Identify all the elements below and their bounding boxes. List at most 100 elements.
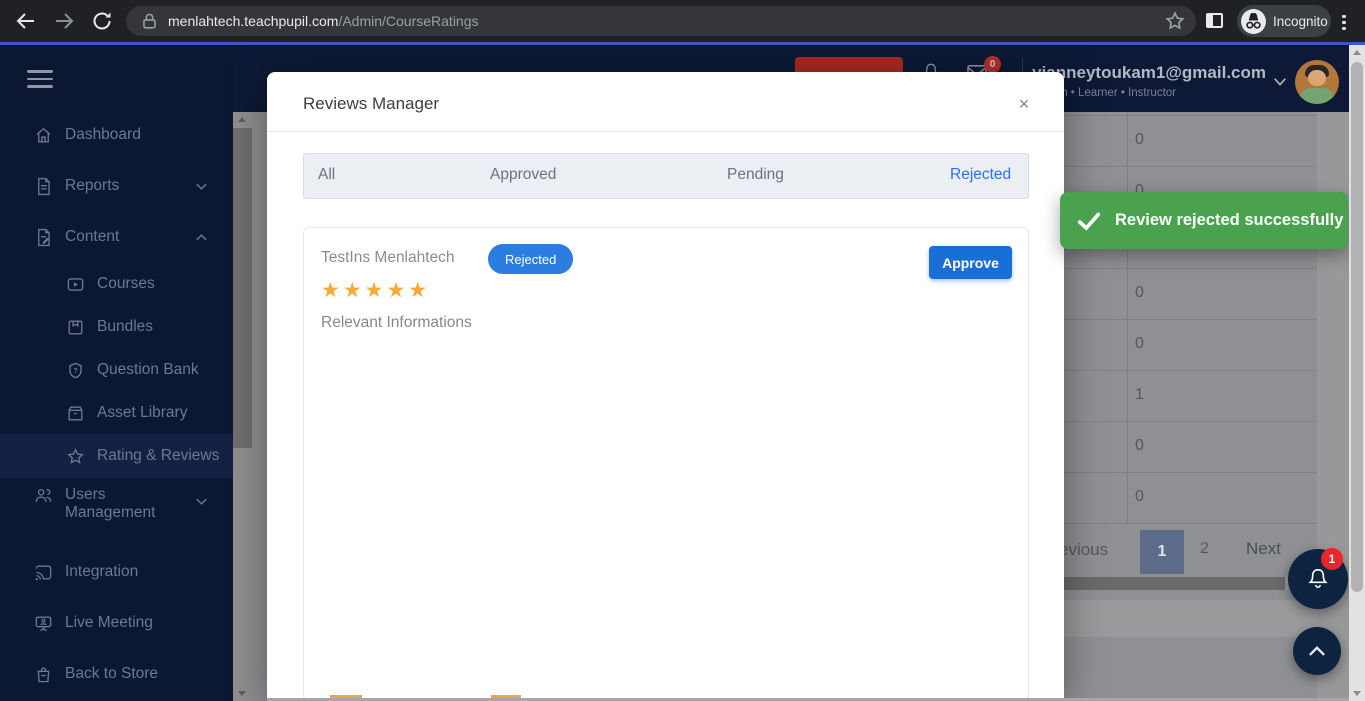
sidebar-item-live-meeting[interactable]: Live Meeting <box>0 601 233 645</box>
tab-approved[interactable]: Approved <box>490 166 556 184</box>
back-icon[interactable] <box>14 9 38 33</box>
home-icon <box>36 127 51 143</box>
accent-line <box>0 42 1365 45</box>
review-card: TestIns Menlahtech Rejected Approve ★★★★… <box>303 227 1029 701</box>
incognito-icon <box>1241 8 1266 34</box>
close-icon[interactable]: × <box>1012 92 1036 116</box>
svg-text:?: ? <box>73 366 77 374</box>
table-cell: 0 <box>1135 335 1144 352</box>
bundle-icon <box>68 319 83 335</box>
sidebar-item-dashboard[interactable]: Dashboard <box>0 113 233 157</box>
table-horizontal-scrollbar-thumb[interactable] <box>1050 577 1285 590</box>
table-footer-band <box>1050 600 1317 637</box>
avatar-shirt <box>1300 88 1334 104</box>
shield-question-icon: ? <box>69 362 82 378</box>
bookmark-star-icon[interactable] <box>1164 10 1186 32</box>
status-badge: Rejected <box>488 244 574 274</box>
star-icon <box>67 447 84 464</box>
review-status-tabbar <box>303 153 1029 199</box>
avatar-face <box>1308 70 1326 86</box>
table-cell: 0 <box>1135 284 1144 301</box>
content-vertical-scrollbar[interactable] <box>233 112 252 701</box>
pagination-page-1[interactable]: 1 <box>1140 530 1184 574</box>
toast-message: Review rejected successfully <box>1115 211 1344 229</box>
archive-box-icon <box>68 405 83 421</box>
chevron-down-icon <box>196 183 207 190</box>
table-row-line <box>1050 166 1317 167</box>
approve-button[interactable]: Approve <box>929 246 1012 279</box>
browser-scrollbar-thumb[interactable] <box>1351 62 1363 592</box>
sidebar-item-back-to-store[interactable]: Back to Store <box>0 652 233 696</box>
reviews-manager-modal: Reviews Manager × All Approved Pending R… <box>267 72 1064 701</box>
reload-icon[interactable] <box>90 9 114 33</box>
table-row-line <box>1050 268 1317 269</box>
presentation-icon <box>35 615 52 631</box>
content-vertical-scrollbar-thumb[interactable] <box>233 128 252 448</box>
sidebar-item-asset-library[interactable]: Asset Library <box>0 391 233 435</box>
chevron-down-icon <box>196 498 207 505</box>
sidebar-item-content[interactable]: Content <box>0 215 233 259</box>
sidebar-item-reports[interactable]: Reports <box>0 164 233 208</box>
table-column-divider <box>1127 112 1128 523</box>
bell-icon <box>1308 568 1328 588</box>
rating-stars: ★★★★★ <box>321 279 431 302</box>
browser-scrollbar[interactable] <box>1349 45 1365 701</box>
review-author: TestIns Menlahtech <box>321 249 455 266</box>
scroll-up-arrow-icon[interactable] <box>238 117 246 122</box>
scrollbar-up-arrow-icon[interactable] <box>1353 50 1361 55</box>
url-path: /Admin/CourseRatings <box>338 13 479 29</box>
tab-rejected[interactable]: Rejected <box>950 166 1011 184</box>
table-row-line <box>1050 115 1317 116</box>
notifications-badge: 1 <box>1321 548 1343 570</box>
table-row-line <box>1050 370 1317 371</box>
check-icon <box>1077 212 1101 231</box>
pagination-next[interactable]: Next <box>1246 539 1281 559</box>
side-panel-icon[interactable] <box>1206 13 1223 28</box>
table-row-line <box>1050 319 1317 320</box>
success-toast: Review rejected successfully <box>1060 192 1348 249</box>
browser-menu-icon[interactable] <box>1342 12 1346 33</box>
lock-icon <box>143 13 156 29</box>
pagination-page-2[interactable]: 2 <box>1200 540 1209 558</box>
table-row-line <box>1050 421 1317 422</box>
browser-toolbar: menlahtech.teachpupil.com/Admin/CourseRa… <box>0 0 1365 42</box>
sidebar-item-question-bank[interactable]: ? Question Bank <box>0 348 233 392</box>
tab-all[interactable]: All <box>318 166 335 184</box>
avatar[interactable] <box>1295 60 1339 104</box>
chevron-down-icon[interactable] <box>1272 76 1288 88</box>
table-row-line <box>1050 472 1317 473</box>
sidebar: Dashboard Reports Content Courses Bundle… <box>0 45 233 701</box>
scroll-to-top-fab[interactable] <box>1293 627 1341 675</box>
tab-pending[interactable]: Pending <box>727 166 784 184</box>
scrollbar-down-arrow-icon[interactable] <box>1353 691 1361 696</box>
sidebar-item-bundles[interactable]: Bundles <box>0 305 233 349</box>
address-bar[interactable]: menlahtech.teachpupil.com/Admin/CourseRa… <box>126 6 1196 36</box>
users-icon <box>35 489 52 502</box>
table-cell: 1 <box>1135 386 1144 403</box>
incognito-badge: Incognito <box>1237 5 1331 37</box>
chevron-up-icon <box>1309 646 1325 656</box>
video-icon <box>67 277 84 291</box>
report-icon <box>38 177 50 195</box>
table-cell: 0 <box>1135 131 1144 148</box>
messages-badge: 0 <box>984 56 1001 73</box>
sidebar-item-rating-reviews[interactable]: Rating & Reviews <box>0 434 233 478</box>
incognito-label: Incognito <box>1273 13 1328 29</box>
table-row-line <box>1050 523 1317 524</box>
sidebar-item-courses[interactable]: Courses <box>0 262 233 306</box>
divider <box>267 131 1064 132</box>
url-domain: menlahtech.teachpupil.com <box>168 13 339 29</box>
hamburger-menu-icon[interactable] <box>27 65 53 93</box>
table-cell: 0 <box>1135 488 1144 505</box>
content-edit-icon <box>38 228 50 246</box>
modal-title: Reviews Manager <box>303 94 440 113</box>
store-bag-icon <box>37 666 50 682</box>
cast-icon <box>35 564 52 580</box>
forward-icon[interactable] <box>52 9 76 33</box>
sidebar-item-integration[interactable]: Integration <box>0 550 233 594</box>
scroll-down-arrow-icon[interactable] <box>238 691 246 696</box>
sidebar-item-users-management[interactable]: Users Management <box>0 478 233 538</box>
review-comment: Relevant Informations <box>321 314 472 331</box>
table-cell: 0 <box>1135 437 1144 454</box>
chevron-up-icon <box>196 233 207 240</box>
